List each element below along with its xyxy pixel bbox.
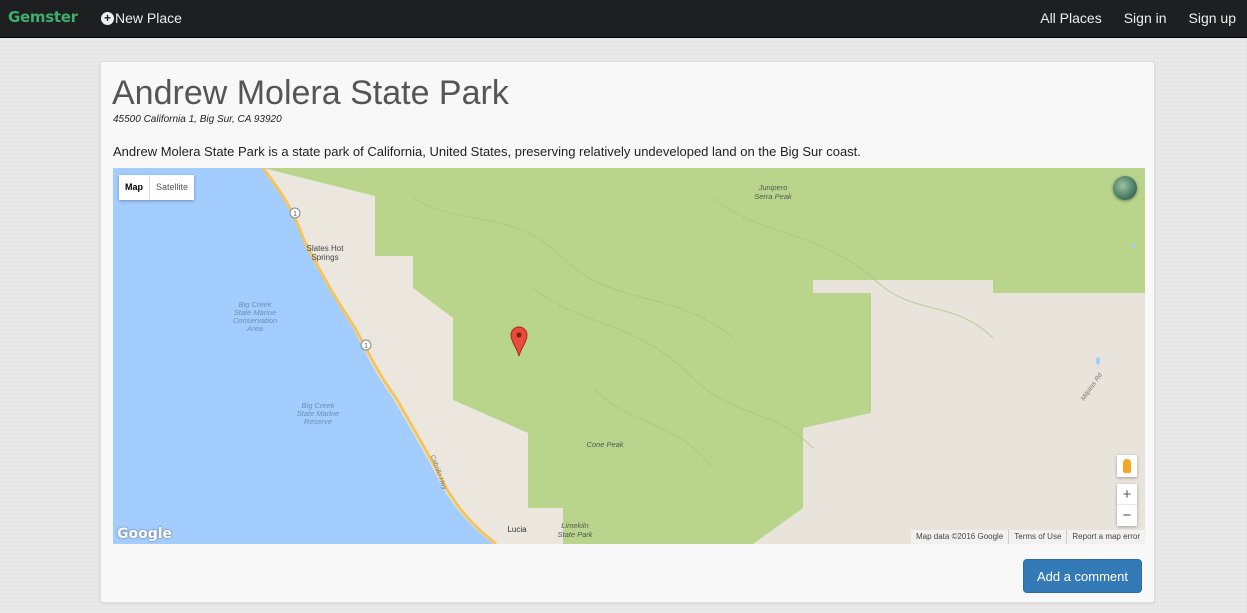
lake	[1096, 357, 1100, 365]
pegman-icon[interactable]	[1117, 455, 1137, 477]
earth-view-icon[interactable]	[1113, 176, 1137, 200]
new-place-link[interactable]: + New Place	[101, 10, 182, 26]
map-label: Slates Hot	[307, 244, 345, 253]
plus-circle-icon: +	[101, 11, 114, 25]
map-canvas[interactable]: Junipero Serra Peak Slates Hot Springs B…	[113, 168, 1145, 544]
map-label: Reserve	[304, 417, 332, 426]
google-logo[interactable]: Google	[117, 526, 172, 542]
sign-in-link[interactable]: Sign in	[1124, 10, 1167, 26]
map-attribution: Map data ©2016 Google Terms of Use Repor…	[910, 530, 1145, 544]
map-label: State Park	[557, 530, 593, 539]
place-address: 45500 California 1, Big Sur, CA 93920	[113, 114, 282, 125]
new-place-label: New Place	[115, 10, 182, 26]
page-title: Andrew Molera State Park	[112, 74, 509, 112]
place-card: Andrew Molera State Park 45500 Californi…	[100, 61, 1155, 603]
map-label: Area	[246, 324, 263, 333]
map-view[interactable]: Junipero Serra Peak Slates Hot Springs B…	[113, 168, 1145, 544]
add-comment-button[interactable]: Add a comment	[1022, 559, 1142, 593]
lake	[1131, 244, 1135, 248]
map-label: Springs	[311, 253, 338, 262]
map-label: Limekiln	[561, 521, 589, 530]
sign-up-link[interactable]: Sign up	[1189, 10, 1236, 26]
zoom-out-button[interactable]: −	[1117, 505, 1137, 526]
place-description: Andrew Molera State Park is a state park…	[113, 144, 861, 159]
map-type-satellite-button[interactable]: Satellite	[150, 175, 194, 200]
terms-of-use-link[interactable]: Terms of Use	[1008, 530, 1066, 544]
map-label: Junipero	[758, 183, 788, 192]
map-type-map-button[interactable]: Map	[119, 175, 150, 200]
map-label: Cone Peak	[586, 440, 624, 449]
map-label: Serra Peak	[754, 192, 793, 201]
top-navbar: Gemster + New Place All Places Sign in S…	[0, 0, 1247, 38]
map-type-control: Map Satellite	[119, 175, 195, 200]
brand-logo[interactable]: Gemster	[8, 8, 78, 26]
zoom-control: + −	[1117, 484, 1137, 526]
map-label: Lucia	[507, 525, 527, 534]
map-data-credit: Map data ©2016 Google	[915, 532, 1004, 541]
report-map-error-link[interactable]: Report a map error	[1066, 530, 1145, 544]
all-places-link[interactable]: All Places	[1040, 10, 1101, 26]
zoom-in-button[interactable]: +	[1117, 484, 1137, 505]
nav-right-links: All Places Sign in Sign up	[1018, 10, 1236, 26]
